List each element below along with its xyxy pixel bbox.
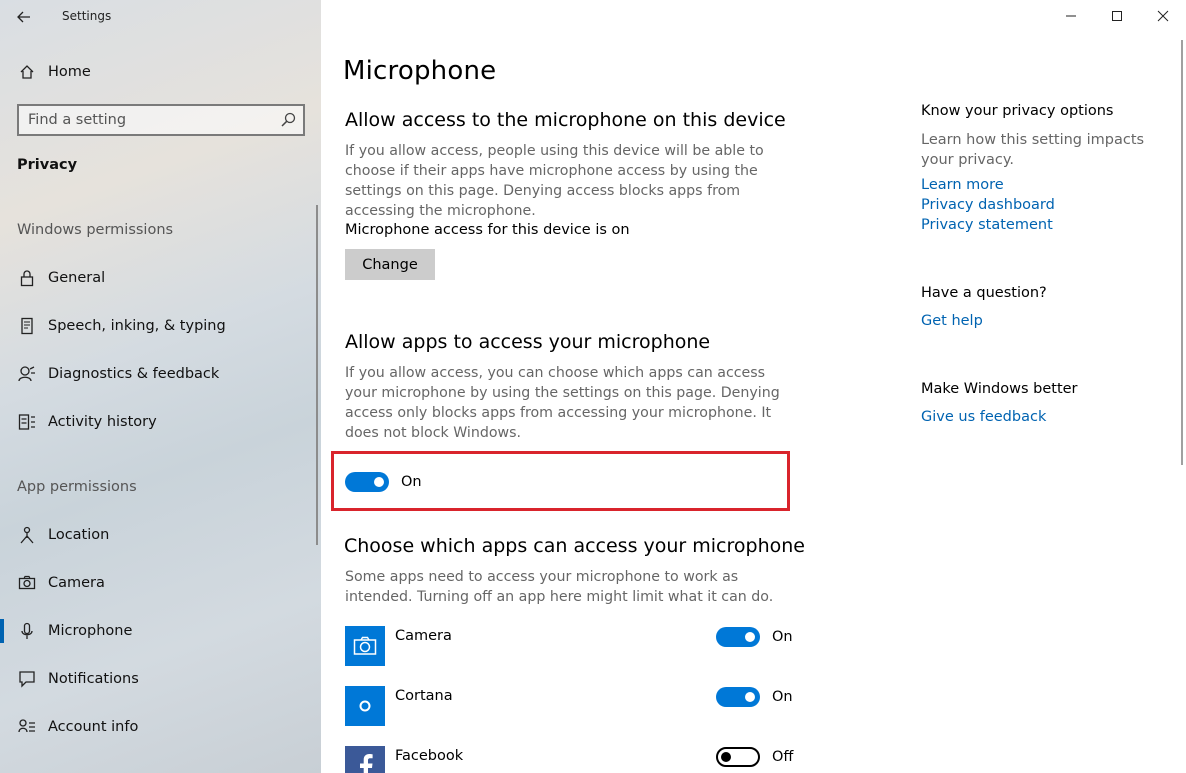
app-name: Facebook (395, 748, 464, 764)
camera-app-toggle[interactable] (716, 627, 760, 647)
sidebar-item-label: Camera (48, 575, 105, 591)
app-row-cortana: Cortana On (345, 686, 805, 726)
activity-history-icon (17, 412, 37, 432)
sidebar: Settings Home Privacy Windows permission… (0, 0, 321, 773)
app-title: Settings (62, 9, 112, 23)
camera-app-icon (345, 626, 385, 666)
sidebar-item-home[interactable]: Home (0, 52, 321, 92)
group-label-app-permissions: App permissions (17, 479, 137, 495)
sidebar-item-label: Microphone (48, 623, 133, 639)
privacy-dashboard-link[interactable]: Privacy dashboard (921, 197, 1055, 213)
sidebar-item-label: Activity history (48, 414, 157, 430)
sidebar-item-label: Home (48, 64, 91, 80)
privacy-options-text: Learn how this setting impacts your priv… (921, 132, 1145, 168)
speech-icon (17, 316, 37, 336)
privacy-statement-link[interactable]: Privacy statement (921, 217, 1053, 233)
sidebar-item-label: Account info (48, 719, 139, 735)
get-help-link[interactable]: Get help (921, 313, 983, 329)
app-name: Camera (395, 628, 452, 644)
sidebar-item-label: Diagnostics & feedback (48, 366, 220, 382)
sidebar-item-account-info[interactable]: Account info (0, 707, 321, 747)
facebook-app-icon (345, 746, 385, 773)
maximize-icon (1112, 11, 1122, 21)
microphone-icon (17, 621, 37, 641)
highlight-box (331, 451, 790, 511)
app-row-facebook: Facebook Off (345, 746, 805, 773)
sidebar-item-speech[interactable]: Speech, inking, & typing (0, 306, 321, 346)
active-indicator (0, 619, 4, 643)
minimize-button[interactable] (1048, 0, 1094, 32)
camera-icon (17, 573, 37, 593)
home-icon (17, 62, 37, 82)
sidebar-scrollbar[interactable] (316, 205, 318, 545)
sidebar-item-label: Location (48, 527, 110, 543)
cortana-app-icon (345, 686, 385, 726)
location-icon (17, 525, 37, 545)
main-content: Microphone Allow access to the microphon… (321, 0, 1186, 773)
give-feedback-link[interactable]: Give us feedback (921, 409, 1046, 425)
sidebar-item-activity-history[interactable]: Activity history (0, 402, 321, 442)
app-toggle-label: On (772, 629, 793, 645)
page-title: Microphone (343, 56, 497, 86)
apps-access-toggle[interactable] (345, 472, 389, 492)
notifications-icon (17, 669, 37, 689)
search-icon[interactable] (279, 111, 297, 129)
close-icon (1157, 10, 1169, 22)
window-controls (1048, 0, 1186, 34)
app-toggle-label: Off (772, 749, 794, 765)
group-label-windows-permissions: Windows permissions (17, 222, 174, 238)
make-windows-better-heading: Make Windows better (921, 381, 1078, 397)
apps-access-heading: Allow apps to access your microphone (345, 331, 711, 353)
back-button[interactable] (12, 6, 36, 28)
choose-apps-heading: Choose which apps can access your microp… (344, 535, 805, 557)
sidebar-item-label: General (48, 270, 106, 286)
device-access-heading: Allow access to the microphone on this d… (345, 109, 786, 131)
app-toggle-label: On (772, 689, 793, 705)
choose-apps-description: Some apps need to access your microphone… (345, 569, 774, 605)
lock-icon (17, 268, 37, 288)
learn-more-link[interactable]: Learn more (921, 177, 1004, 193)
title-bar-left: Settings (0, 0, 321, 34)
search-input[interactable] (19, 106, 269, 134)
account-info-icon (17, 717, 37, 737)
app-name: Cortana (395, 688, 453, 704)
apps-access-description: If you allow access, you can choose whic… (345, 365, 780, 441)
device-access-description: If you allow access, people using this d… (345, 143, 764, 219)
privacy-options-heading: Know your privacy options (921, 103, 1114, 119)
sidebar-item-diagnostics[interactable]: Diagnostics & feedback (0, 354, 321, 394)
maximize-button[interactable] (1094, 0, 1140, 32)
sidebar-item-microphone[interactable]: Microphone (0, 611, 321, 651)
diagnostics-icon (17, 364, 37, 384)
close-button[interactable] (1140, 0, 1186, 32)
question-heading: Have a question? (921, 285, 1047, 301)
facebook-app-toggle[interactable] (716, 747, 760, 767)
minimize-icon (1066, 15, 1076, 17)
main-scrollbar[interactable] (1181, 40, 1183, 465)
back-arrow-icon (17, 11, 30, 23)
sidebar-item-general[interactable]: General (0, 258, 321, 298)
sidebar-item-location[interactable]: Location (0, 515, 321, 555)
device-access-status: Microphone access for this device is on (345, 222, 630, 238)
change-button[interactable]: Change (345, 249, 435, 280)
cortana-app-toggle[interactable] (716, 687, 760, 707)
sidebar-item-label: Speech, inking, & typing (48, 318, 226, 334)
app-row-camera: Camera On (345, 626, 805, 666)
sidebar-item-camera[interactable]: Camera (0, 563, 321, 603)
section-heading-privacy: Privacy (17, 157, 78, 173)
sidebar-item-notifications[interactable]: Notifications (0, 659, 321, 699)
search-box[interactable] (17, 104, 305, 136)
apps-access-toggle-label: On (401, 474, 422, 490)
sidebar-item-label: Notifications (48, 671, 139, 687)
